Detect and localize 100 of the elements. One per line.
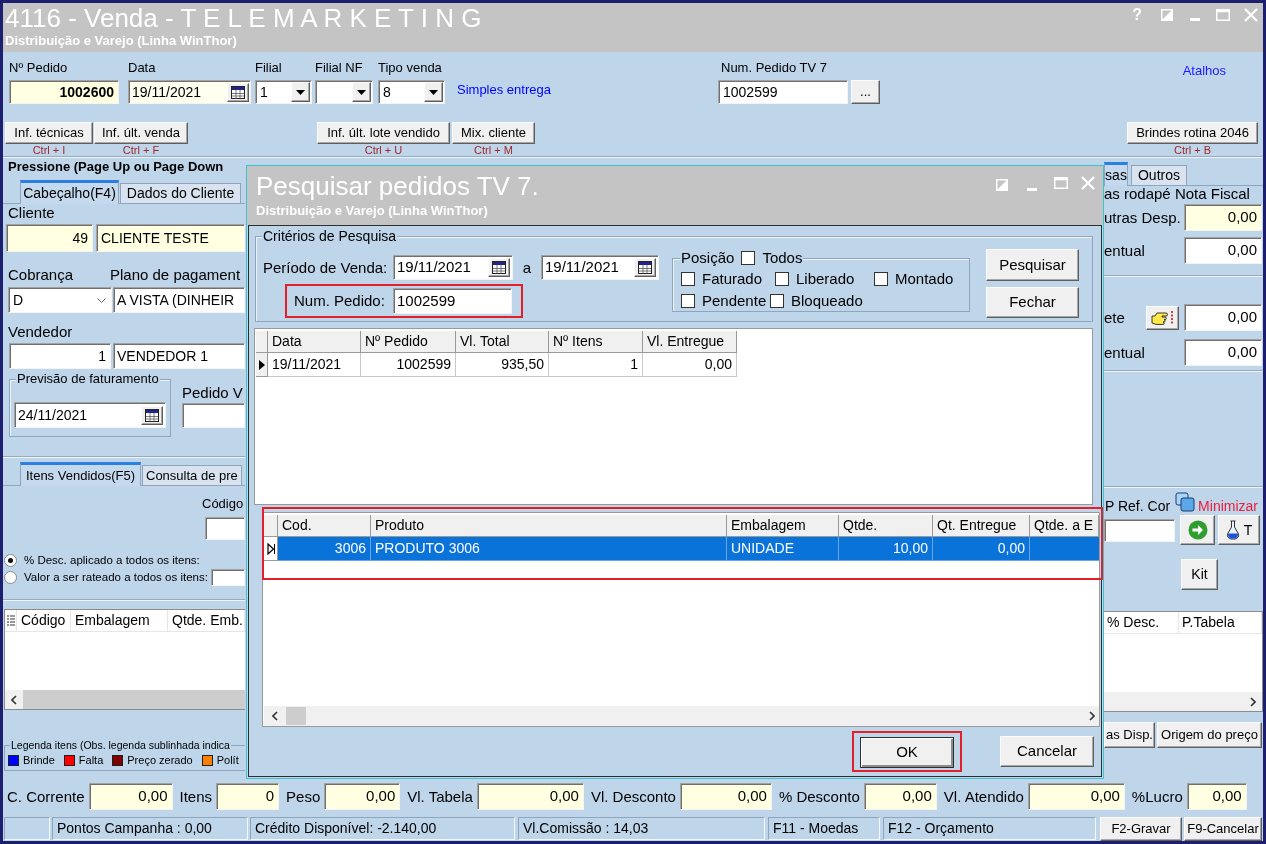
flask-button[interactable]: T (1218, 515, 1260, 545)
date-field[interactable]: 19/11/2021 (541, 255, 659, 280)
date-field[interactable]: 24/11/2021 (14, 402, 166, 428)
checkbox-label: Bloqueado (791, 293, 863, 309)
dropdown-button[interactable] (291, 82, 310, 102)
kit-button[interactable]: Kit (1181, 559, 1218, 590)
radio-label: % Desc. aplicado a todos os itens: (24, 553, 200, 568)
total-field[interactable]: 0,00 (863, 783, 937, 810)
field-label: Plano de pagament (110, 266, 241, 284)
total-field[interactable]: 0,00 (88, 783, 173, 810)
list-icon[interactable] (6, 615, 15, 626)
order-number-field[interactable]: 1002600 (9, 80, 119, 104)
field-label: Num. Pedido TV 7 (721, 60, 827, 76)
tab[interactable]: Cabeçalho(F4) (20, 180, 119, 204)
toolbar-button[interactable]: Inf. últ. lote vendido (317, 122, 450, 144)
tv7-order-field[interactable]: 1002599 (718, 80, 848, 104)
scrollbar-thumb[interactable] (286, 707, 306, 725)
field-label: C. Corrente (7, 787, 85, 806)
shortcuts-link[interactable]: Atalhos (1182, 63, 1226, 79)
total-field[interactable]: 0,00 (1186, 783, 1247, 810)
toolbar-button[interactable]: Brindes rotina 2046 (1127, 122, 1258, 144)
combo-box[interactable] (315, 80, 373, 104)
field-label: entual (1104, 343, 1145, 362)
field-label: Filial (255, 60, 282, 76)
customer-code-field[interactable]: 49 (6, 224, 93, 252)
field-label: %Lucro (1131, 787, 1183, 806)
toolbar-button[interactable]: Inf. últ. venda (94, 122, 188, 144)
checkbox[interactable] (681, 294, 695, 308)
seller-name-field[interactable]: VENDEDOR 1 (113, 343, 245, 369)
combo-box[interactable]: 8 (378, 80, 445, 104)
total-field[interactable]: 0,00 (324, 783, 401, 810)
dialog-button[interactable]: OK (860, 737, 954, 768)
field-label: Pedido V (182, 384, 243, 402)
picker-button[interactable] (1146, 305, 1179, 330)
dialog-button[interactable]: Pesquisar (986, 249, 1079, 281)
amount-field[interactable]: 0,00 (1184, 237, 1262, 264)
ref-field[interactable] (1104, 518, 1175, 542)
tab[interactable]: Outros (1131, 165, 1187, 185)
horizontal-scrollbar[interactable] (5, 690, 245, 709)
checkbox[interactable] (770, 294, 784, 308)
tab[interactable]: Itens Vendidos(F5) (20, 462, 141, 486)
column-header: Qtde. (839, 515, 933, 537)
checkbox[interactable] (874, 272, 888, 286)
combo-box[interactable]: D (8, 287, 112, 313)
date-field[interactable]: 19/11/2021 (393, 255, 513, 280)
toolbar-button[interactable]: Mix. cliente (452, 122, 535, 144)
dropdown-button[interactable] (424, 82, 443, 102)
checkbox[interactable] (681, 272, 695, 286)
total-field[interactable]: 0,00 (1027, 783, 1125, 810)
total-field[interactable]: 0,00 (476, 783, 584, 810)
order-number-field[interactable]: 1002599 (393, 288, 512, 314)
section-title: as rodapé Nota Fiscal (1104, 186, 1250, 202)
action-button[interactable]: as Disp. (1104, 722, 1155, 748)
tab[interactable]: sas (1104, 162, 1128, 186)
customer-name-field[interactable]: CLIENTE TESTE (96, 224, 245, 252)
table-cell: UNIDADE (727, 537, 839, 561)
tab[interactable]: Dados do Cliente (120, 183, 241, 203)
radio-button[interactable] (4, 571, 17, 584)
toolbar-button[interactable]: Inf. técnicas (5, 122, 93, 144)
go-button[interactable] (1180, 515, 1215, 545)
amount-field[interactable]: 0,00 (1184, 204, 1262, 231)
amount-field[interactable]: 0,00 (1184, 339, 1262, 366)
horizontal-scrollbar[interactable] (1104, 692, 1262, 711)
horizontal-scrollbar[interactable] (264, 706, 1099, 726)
payment-plan-field[interactable]: A VISTA (DINHEIR (113, 287, 245, 313)
total-field[interactable]: 0 (216, 783, 280, 810)
table-row[interactable]: 3006 PRODUTO 3006 UNIDADE 10,00 0,00 (278, 537, 1099, 561)
calendar-icon (638, 261, 652, 274)
total-field[interactable]: 0,00 (679, 783, 772, 810)
status-button[interactable]: F9-Cancelar (1184, 817, 1262, 841)
calendar-button[interactable] (634, 258, 656, 277)
field-label: entual (1104, 241, 1145, 260)
amount-field[interactable]: 0,00 (1184, 304, 1262, 331)
calendar-button[interactable] (488, 258, 510, 277)
column-header: Qtde. a E (1030, 515, 1099, 537)
checkbox[interactable] (741, 251, 756, 265)
calendar-button[interactable] (227, 82, 249, 102)
radio-button[interactable] (4, 554, 17, 567)
browse-button[interactable]: ... (851, 80, 880, 104)
order-v-field[interactable] (182, 403, 245, 428)
stacked-windows-icon[interactable] (1175, 492, 1196, 512)
date-field[interactable]: 19/11/2021 (128, 80, 251, 104)
seller-code-field[interactable]: 1 (9, 343, 111, 369)
field-label: Filial NF (315, 60, 363, 76)
action-button[interactable]: Origem do preço (1157, 722, 1262, 748)
combo-box[interactable]: 1 (255, 80, 312, 104)
checkbox[interactable] (775, 272, 789, 286)
table-cell: 0,00 (643, 353, 737, 377)
caret-down-icon (429, 89, 438, 95)
dialog-button[interactable]: Cancelar (1000, 736, 1094, 767)
calendar-button[interactable] (141, 405, 163, 425)
tab[interactable]: Consulta de pre (142, 465, 242, 485)
status-button[interactable]: F2-Gravar (1100, 817, 1182, 841)
column-header: Cod. (278, 515, 371, 537)
dropdown-button[interactable] (352, 82, 371, 102)
chevron-right-icon (1088, 711, 1095, 721)
amount-field[interactable] (210, 569, 245, 586)
dialog-button[interactable]: Fechar (986, 287, 1079, 318)
code-field[interactable] (205, 517, 245, 540)
table-cell: 19/11/2021 (268, 353, 361, 377)
